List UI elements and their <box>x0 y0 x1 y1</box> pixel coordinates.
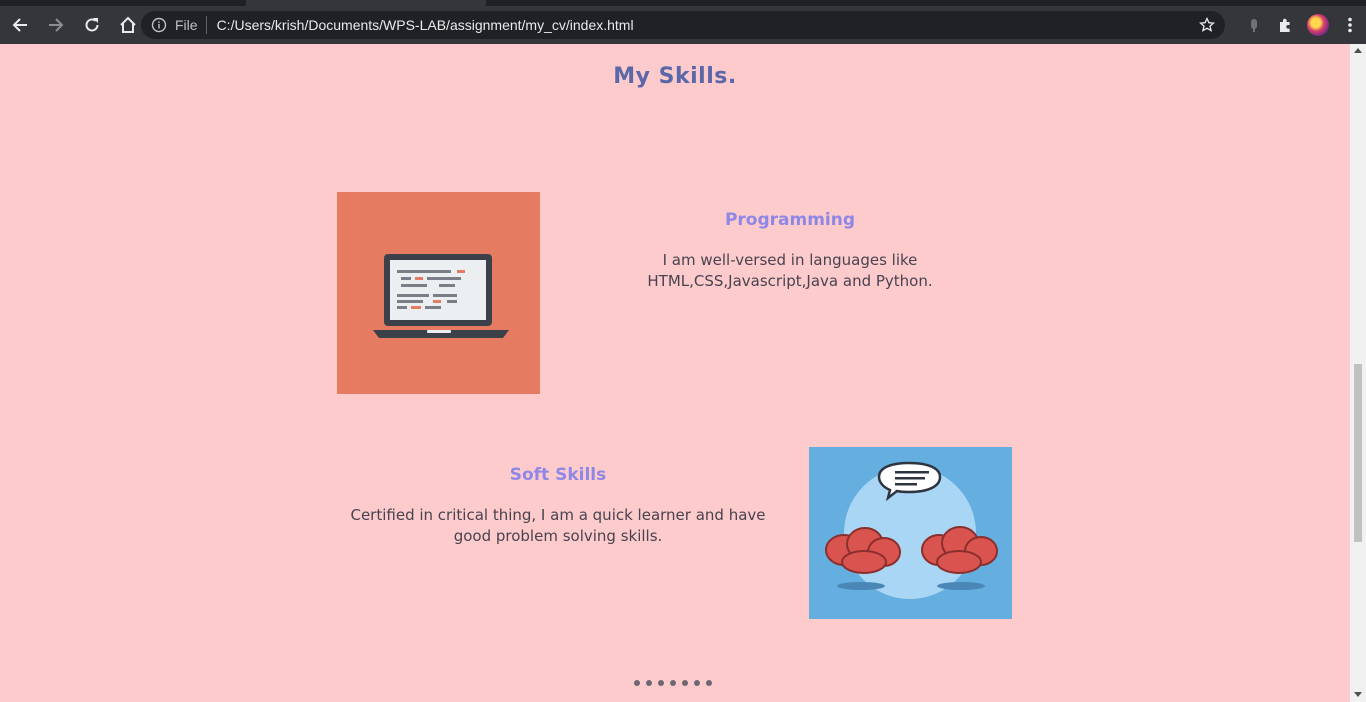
carousel-dots <box>634 680 712 686</box>
programming-description: I am well-versed in languages like HTML,… <box>647 251 933 290</box>
scheme-label: File <box>175 17 198 33</box>
back-arrow-icon <box>12 18 27 32</box>
home-icon <box>120 16 136 33</box>
programming-heading: Programming <box>724 210 856 230</box>
soft-skills-image <box>809 447 1012 619</box>
address-bar[interactable]: File C:/Users/krish/Documents/WPS-LAB/as… <box>141 11 1225 39</box>
soft-skills-description: Certified in critical thing, I am a quic… <box>350 506 766 545</box>
laptop-icon <box>373 254 509 338</box>
forward-button[interactable] <box>40 9 72 41</box>
extensions-menu-button[interactable] <box>1270 9 1302 41</box>
back-button[interactable] <box>4 9 36 41</box>
tab-strip <box>0 0 1366 6</box>
url-text[interactable]: C:/Users/krish/Documents/WPS-LAB/assignm… <box>217 17 634 33</box>
programming-image <box>337 192 540 394</box>
scrollbar-thumb[interactable] <box>1354 364 1362 542</box>
info-icon[interactable] <box>151 17 167 33</box>
extension-pin-icon <box>1251 19 1257 32</box>
page-content: My Skills. Programming I am well-versed … <box>0 44 1350 702</box>
browser-toolbar: File C:/Users/krish/Documents/WPS-LAB/as… <box>0 0 1366 44</box>
carousel-dot[interactable] <box>658 680 664 686</box>
toolbar-right-icons <box>1238 6 1366 44</box>
carousel-dot[interactable] <box>646 680 652 686</box>
profile-button[interactable] <box>1302 9 1334 41</box>
browser-menu-button[interactable] <box>1334 9 1366 41</box>
forward-arrow-icon <box>49 18 64 32</box>
more-vert-icon <box>1348 17 1352 33</box>
reload-icon <box>85 18 99 32</box>
extension-button[interactable] <box>1238 9 1270 41</box>
page-scrollbar[interactable] <box>1350 44 1366 702</box>
page-title: My Skills. <box>613 64 737 89</box>
brains-chat-icon <box>825 461 998 599</box>
address-divider <box>205 16 207 34</box>
bookmark-star-icon[interactable] <box>1199 17 1215 33</box>
reload-button[interactable] <box>76 9 108 41</box>
carousel-dot[interactable] <box>670 680 676 686</box>
carousel-dot[interactable] <box>694 680 700 686</box>
soft-skills-heading: Soft Skills <box>509 465 607 485</box>
active-tab[interactable] <box>246 0 486 6</box>
puzzle-icon <box>1280 18 1290 32</box>
home-button[interactable] <box>112 9 144 41</box>
scroll-down-arrow-icon[interactable] <box>1354 692 1362 697</box>
avatar <box>1307 14 1329 36</box>
carousel-dot[interactable] <box>682 680 688 686</box>
scroll-up-arrow-icon[interactable] <box>1354 48 1362 53</box>
carousel-dot[interactable] <box>634 680 640 686</box>
carousel-dot[interactable] <box>706 680 712 686</box>
